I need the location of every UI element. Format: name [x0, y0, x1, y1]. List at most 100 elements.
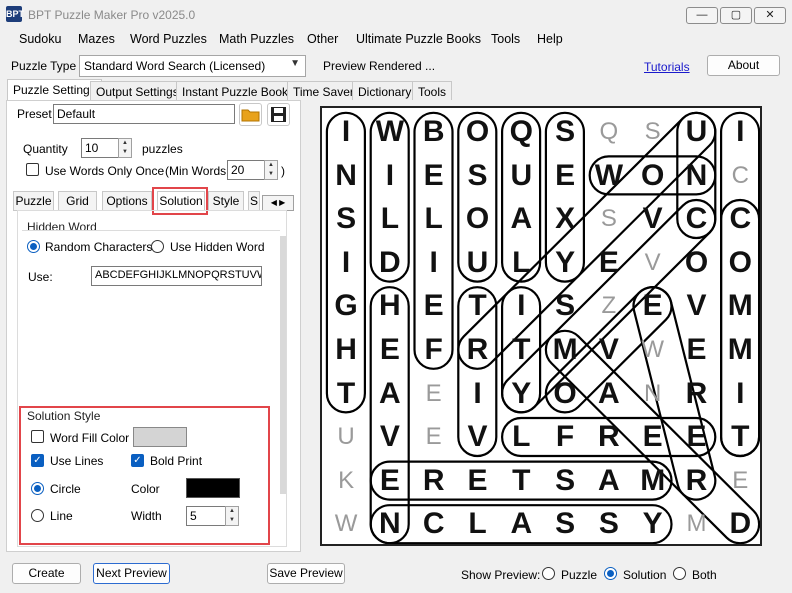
line-color-swatch[interactable] — [186, 478, 240, 498]
menu-ultimate-puzzle-books[interactable]: Ultimate Puzzle Books — [356, 32, 481, 46]
grid-letter: O — [641, 158, 665, 192]
circle-label: Circle — [50, 482, 81, 496]
width-input[interactable]: 5 — [186, 506, 226, 526]
panel-scrollbar[interactable] — [280, 236, 286, 494]
tutorials-link[interactable]: Tutorials — [644, 60, 690, 74]
subtab-puzzle[interactable]: Puzzle — [13, 191, 54, 211]
hidden-word-title: Hidden Word — [27, 220, 97, 234]
grid-letter: N — [335, 158, 357, 192]
grid-letter: N — [379, 507, 401, 541]
menu-other[interactable]: Other — [307, 32, 338, 46]
about-button[interactable]: About — [707, 55, 780, 76]
menu-math-puzzles[interactable]: Math Puzzles — [219, 32, 294, 46]
grid-letter: W — [334, 510, 358, 538]
hidden-chars-input[interactable]: ABCDEFGHIJKLMNOPQRSTUVW — [91, 266, 262, 286]
preview-status: Preview Rendered ... — [323, 59, 436, 73]
grid-letter: I — [736, 376, 745, 410]
grid-letter: Q — [599, 118, 619, 145]
tab-tools[interactable]: Tools — [412, 81, 453, 100]
maximize-button[interactable]: ▢ — [720, 7, 752, 24]
preset-input[interactable]: Default — [53, 104, 235, 124]
line-radio[interactable] — [31, 509, 44, 522]
word-fill-color-checkbox[interactable] — [31, 430, 44, 443]
subtab-style[interactable]: Style — [208, 191, 244, 211]
use-words-once-checkbox[interactable] — [26, 163, 39, 176]
app-icon: BPT — [6, 6, 24, 22]
grid-letter: K — [338, 466, 355, 494]
next-preview-button[interactable]: Next Preview — [93, 563, 170, 584]
grid-letter: T — [468, 289, 487, 323]
grid-letter: S — [555, 507, 576, 541]
save-disk-icon[interactable] — [267, 103, 290, 126]
grid-letter: A — [598, 463, 620, 497]
grid-letter: E — [598, 245, 619, 279]
menu-word-puzzles[interactable]: Word Puzzles — [130, 32, 207, 46]
menu-tools[interactable]: Tools — [491, 32, 520, 46]
grid-letter: G — [334, 289, 358, 323]
grid-letter: E — [732, 466, 749, 494]
random-characters-radio[interactable] — [27, 240, 40, 253]
tab-puzzle-settings[interactable]: Puzzle Settings — [7, 79, 102, 101]
show-puzzle-radio[interactable] — [542, 567, 555, 580]
subtab-overflow[interactable]: S — [248, 191, 260, 211]
width-stepper[interactable]: ▲ ▼ — [225, 506, 239, 526]
grid-letter: V — [379, 420, 400, 454]
puzzle-type-value: Standard Word Search (Licensed) — [84, 59, 266, 73]
min-words-input[interactable]: 20 — [227, 160, 265, 180]
grid-letter: N — [685, 158, 708, 192]
grid-letter: L — [424, 202, 443, 236]
grid-letter: O — [465, 115, 490, 148]
grid-letter: X — [555, 202, 576, 236]
subtab-options[interactable]: Options — [102, 191, 152, 211]
quantity-stepper[interactable]: ▲ ▼ — [118, 138, 132, 158]
use-hidden-word-radio[interactable] — [151, 240, 164, 253]
grid-letter: U — [685, 115, 708, 148]
menu-sudoku[interactable]: Sudoku — [19, 32, 61, 46]
grid-letter: E — [425, 379, 442, 407]
grid-letter: N — [644, 379, 662, 407]
preview-margin — [776, 106, 784, 548]
tab-output-settings[interactable]: Output Settings — [90, 81, 185, 100]
grid-letter: A — [510, 507, 533, 541]
show-solution-radio[interactable] — [604, 567, 617, 580]
grid-letter: D — [729, 507, 752, 541]
grid-letter: E — [379, 463, 400, 497]
grid-letter: H — [379, 289, 401, 323]
grid-letter: L — [512, 420, 531, 454]
show-both-radio[interactable] — [673, 567, 686, 580]
puzzle-type-select[interactable]: Standard Word Search (Licensed) ▼ — [79, 55, 306, 77]
create-button[interactable]: Create — [12, 563, 81, 584]
bold-print-checkbox[interactable]: ✓ — [131, 454, 144, 467]
use-label: Use: — [28, 270, 53, 284]
show-preview-label: Show Preview: — [461, 568, 541, 582]
grid-letter: V — [644, 248, 661, 276]
save-preview-button[interactable]: Save Preview — [267, 563, 345, 584]
quantity-unit: puzzles — [142, 142, 183, 156]
grid-letter: E — [555, 158, 576, 192]
close-button[interactable]: ✕ — [754, 7, 786, 24]
menu-mazes[interactable]: Mazes — [78, 32, 115, 46]
min-words-stepper[interactable]: ▲ ▼ — [264, 160, 278, 180]
fill-color-swatch[interactable] — [133, 427, 187, 447]
grid-letter: I — [736, 115, 745, 148]
subtab-grid[interactable]: Grid — [58, 191, 97, 211]
random-characters-label: Random Characters — [45, 240, 153, 254]
circle-radio[interactable] — [31, 482, 44, 495]
quantity-input[interactable]: 10 — [81, 138, 119, 158]
tab-instant-puzzle-books[interactable]: Instant Puzzle Books — [176, 81, 301, 100]
grid-letter: S — [467, 158, 488, 192]
grid-letter: I — [473, 376, 482, 410]
grid-letter: Q — [509, 115, 533, 148]
subtab-scroll-arrows[interactable]: ◀ ▶ — [262, 195, 294, 211]
grid-letter: R — [598, 420, 620, 454]
grid-letter: S — [555, 289, 576, 323]
menu-help[interactable]: Help — [537, 32, 563, 46]
open-folder-icon[interactable] — [239, 103, 262, 126]
use-lines-checkbox[interactable]: ✓ — [31, 454, 44, 467]
grid-letter: O — [684, 245, 709, 279]
minimize-button[interactable]: — — [686, 7, 718, 24]
tab-time-saver[interactable]: Time Saver — [287, 81, 360, 100]
tab-dictionary[interactable]: Dictionary — [352, 81, 418, 100]
min-words-label: (Min Words: — [165, 164, 230, 178]
min-words-close: ) — [281, 164, 285, 178]
